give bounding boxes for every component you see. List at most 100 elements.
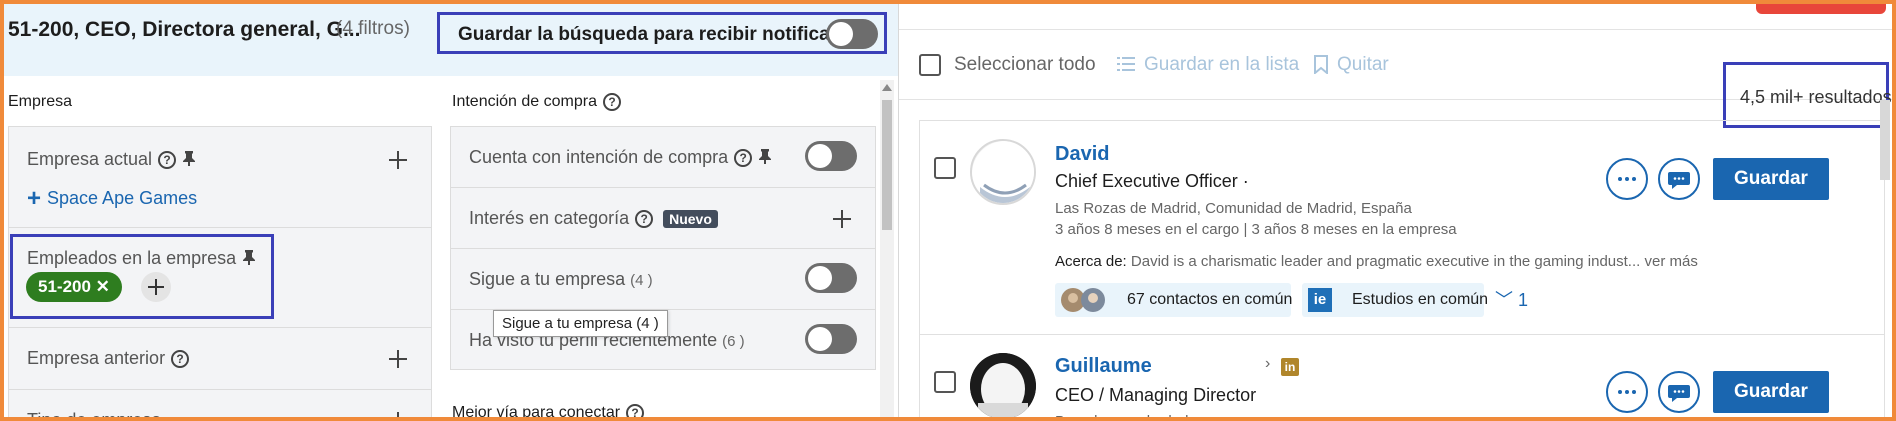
help-icon[interactable]: ?: [734, 149, 753, 168]
message-button[interactable]: [1658, 371, 1700, 413]
add-current-company-button[interactable]: [387, 149, 409, 171]
result-location: Las Rozas de Madrid, Comunidad de Madrid…: [1055, 200, 1412, 217]
select-all-label[interactable]: Seleccionar todo: [954, 54, 1096, 76]
section-title-connect: Mejor vía para conectar?: [452, 404, 645, 421]
filters-header: 51-200, CEO, Directora general, G... (4 …: [0, 0, 898, 76]
result-name[interactable]: Guillaume › in: [1055, 355, 1299, 378]
follows-company-count: (4 ): [630, 272, 653, 289]
result-location: Barcelona y alrededores: [1055, 413, 1218, 421]
result-headline: CEO / Managing Director: [1055, 385, 1257, 405]
add-company-type-button[interactable]: [387, 410, 409, 421]
save-search-toggle[interactable]: [826, 19, 878, 49]
filter-category-interest: Interés en categoría? Nuevo: [451, 188, 875, 249]
result-tenure: 3 años 8 meses en el cargo | 3 años 8 me…: [1055, 221, 1457, 238]
past-company-label: Empresa anterior: [27, 348, 166, 368]
add-company-link[interactable]: + Space Ape Games: [27, 185, 197, 213]
help-icon[interactable]: ?: [626, 404, 645, 421]
show-more-button[interactable]: ﹀ 1: [1495, 283, 1528, 317]
remove-button[interactable]: Quitar: [1337, 54, 1389, 76]
mutual-connections-pill[interactable]: 67 contactos en común: [1055, 283, 1293, 317]
filter-current-company: Empresa actual? + Space Ape Games: [9, 127, 431, 228]
results-toolbar: Seleccionar todo Guardar en la lista Qui…: [899, 30, 1896, 128]
message-icon: [1668, 172, 1690, 189]
save-lead-button[interactable]: Guardar: [1713, 371, 1829, 413]
result-checkbox[interactable]: [934, 157, 956, 179]
buying-intent-column: Intención de compra? Cuenta con intenció…: [450, 76, 878, 421]
top-notification-tab: [1756, 0, 1886, 14]
mutual-avatars: [1061, 288, 1111, 312]
filter-summary[interactable]: 51-200, CEO, Directora general, G...: [8, 18, 360, 42]
result-checkbox[interactable]: [934, 371, 956, 393]
help-icon[interactable]: ?: [171, 350, 190, 369]
current-company-label-wrap: Empresa actual?: [27, 149, 196, 171]
save-search-label: Guardar la búsqueda para recibir notific…: [458, 24, 857, 45]
filter-company-type: Tipo de empresa: [9, 390, 431, 421]
message-icon: [1668, 385, 1690, 402]
about-text[interactable]: David is a charismatic leader and pragma…: [1131, 253, 1698, 270]
filter-count: (4 filtros): [336, 18, 410, 39]
filter-follows-company: Sigue a tu empresa (4 ): [451, 249, 875, 310]
message-button[interactable]: [1658, 158, 1700, 200]
help-icon[interactable]: ?: [635, 210, 654, 229]
results-top-strip: [899, 0, 1896, 30]
buyer-intent-label: Cuenta con intención de compra: [469, 147, 729, 167]
help-icon[interactable]: ?: [158, 151, 177, 170]
follows-company-label: Sigue a tu empresa: [469, 269, 626, 289]
separator-icon: ›: [1265, 355, 1271, 372]
school-logo-icon: ie: [1308, 288, 1332, 312]
linkedin-icon[interactable]: in: [1281, 358, 1299, 376]
current-company-label: Empresa actual: [27, 149, 153, 169]
employees-tag[interactable]: 51-200 ✕: [26, 272, 122, 302]
past-company-label-wrap: Empresa anterior?: [27, 348, 190, 369]
viewed-profile-toggle[interactable]: [805, 324, 857, 354]
follows-company-toggle[interactable]: [805, 263, 857, 293]
more-options-button[interactable]: [1606, 371, 1648, 413]
add-past-company-button[interactable]: [387, 348, 409, 370]
select-all-checkbox[interactable]: [919, 54, 941, 76]
scroll-thumb[interactable]: [882, 100, 892, 230]
result-about: Acerca de: David is a charismatic leader…: [1055, 253, 1698, 270]
filter-past-company: Empresa anterior?: [9, 328, 431, 390]
results-list: David Chief Executive Officer · Las Roza…: [919, 120, 1885, 421]
chevron-down-icon: ﹀: [1495, 290, 1513, 310]
avatar[interactable]: [970, 353, 1036, 419]
result-card: David Chief Executive Officer · Las Roza…: [920, 121, 1884, 334]
save-lead-button[interactable]: Guardar: [1713, 158, 1829, 200]
plus-icon: +: [27, 185, 42, 212]
added-company-value: Space Ape Games: [47, 188, 198, 208]
ellipsis-icon: [1618, 177, 1636, 181]
results-count: 4,5 mil+ resultados: [1740, 87, 1892, 107]
new-badge: Nuevo: [663, 210, 718, 229]
add-category-interest-button[interactable]: [831, 208, 853, 230]
viewed-profile-count: (6 ): [722, 333, 745, 350]
pin-icon[interactable]: [182, 150, 196, 171]
about-key: Acerca de:: [1055, 253, 1127, 270]
avatar[interactable]: [970, 139, 1036, 205]
category-interest-label: Interés en categoría: [469, 208, 630, 228]
scroll-up-arrow-icon[interactable]: [882, 84, 892, 91]
more-options-button[interactable]: [1606, 158, 1648, 200]
intent-title-text: Intención de compra: [452, 93, 597, 111]
shared-school-pill[interactable]: ie Estudios en común: [1302, 283, 1488, 317]
result-card: Guillaume › in CEO / Managing Director Bar…: [920, 335, 1884, 421]
help-icon[interactable]: ?: [602, 93, 621, 111]
tooltip: Sigue a tu empresa (4 ): [493, 310, 668, 337]
result-headline: Chief Executive Officer ·: [1055, 171, 1249, 191]
filter-buyer-intent: Cuenta con intención de compra?: [451, 127, 875, 188]
more-count: 1: [1518, 290, 1529, 310]
ellipsis-icon: [1618, 390, 1636, 394]
close-icon[interactable]: ✕: [96, 277, 110, 296]
company-type-label: Tipo de empresa: [27, 410, 162, 421]
filters-scrollbar[interactable]: [880, 80, 894, 421]
pin-icon[interactable]: [758, 148, 772, 169]
add-employees-button[interactable]: [141, 272, 171, 302]
result-name-text: Guillaume: [1055, 355, 1152, 377]
buyer-intent-toggle[interactable]: [805, 141, 857, 171]
mutual-connections-label: 67 contactos en común: [1127, 291, 1293, 308]
save-search-bar: Guardar la búsqueda para recibir notific…: [437, 12, 887, 54]
result-name[interactable]: David: [1055, 143, 1109, 166]
category-interest-label-wrap: Interés en categoría? Nuevo: [469, 208, 718, 229]
save-to-list-button[interactable]: Guardar en la lista: [1144, 54, 1299, 76]
employees-tag-label: 51-200: [38, 277, 91, 296]
window-edge-scrollbar[interactable]: [1880, 100, 1890, 180]
